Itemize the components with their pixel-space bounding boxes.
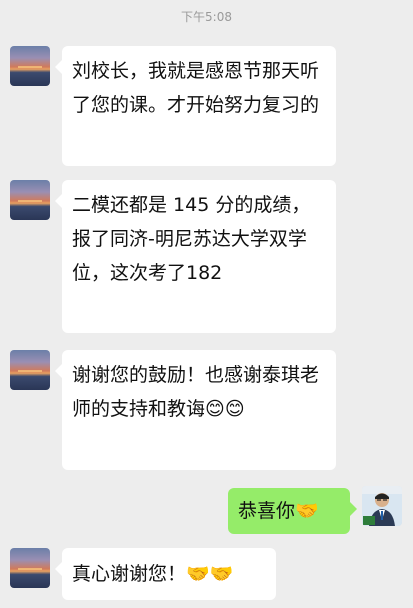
contact-avatar[interactable]	[10, 46, 50, 86]
chat-timestamp: 下午5:08	[181, 10, 232, 24]
contact-avatar[interactable]	[10, 548, 50, 588]
message-bubble-self[interactable]: 恭喜你🤝	[228, 488, 357, 534]
message-bubble[interactable]: 刘校长，我就是感恩节那天听了您的课。才开始努力复习的	[55, 46, 336, 166]
handshake-emoji: 🤝🤝	[186, 563, 234, 585]
handshake-emoji: 🤝	[295, 500, 319, 522]
person-icon	[362, 486, 402, 526]
message-bubble[interactable]: 真心谢谢您！🤝🤝	[55, 548, 276, 600]
self-avatar[interactable]	[362, 486, 402, 526]
message-text: 二模还都是 145 分的成绩，报了同济-明尼苏达大学双学位，这次考了182	[72, 194, 311, 284]
message-bubble[interactable]: 谢谢您的鼓励！也感谢泰琪老师的支持和教诲😊😊	[55, 350, 336, 470]
contact-avatar[interactable]	[10, 350, 50, 390]
contact-avatar[interactable]	[10, 180, 50, 220]
message-text: 真心谢谢您！	[72, 563, 187, 585]
message-bubble[interactable]: 二模还都是 145 分的成绩，报了同济-明尼苏达大学双学位，这次考了182	[55, 180, 336, 333]
message-text: 刘校长，我就是感恩节那天听了您的课。才开始努力复习的	[72, 60, 320, 116]
message-text: 谢谢您的鼓励！也感谢泰琪老师的支持和教诲	[72, 364, 320, 420]
smile-emoji: 😊😊	[205, 398, 245, 420]
message-text: 恭喜你	[238, 500, 296, 522]
